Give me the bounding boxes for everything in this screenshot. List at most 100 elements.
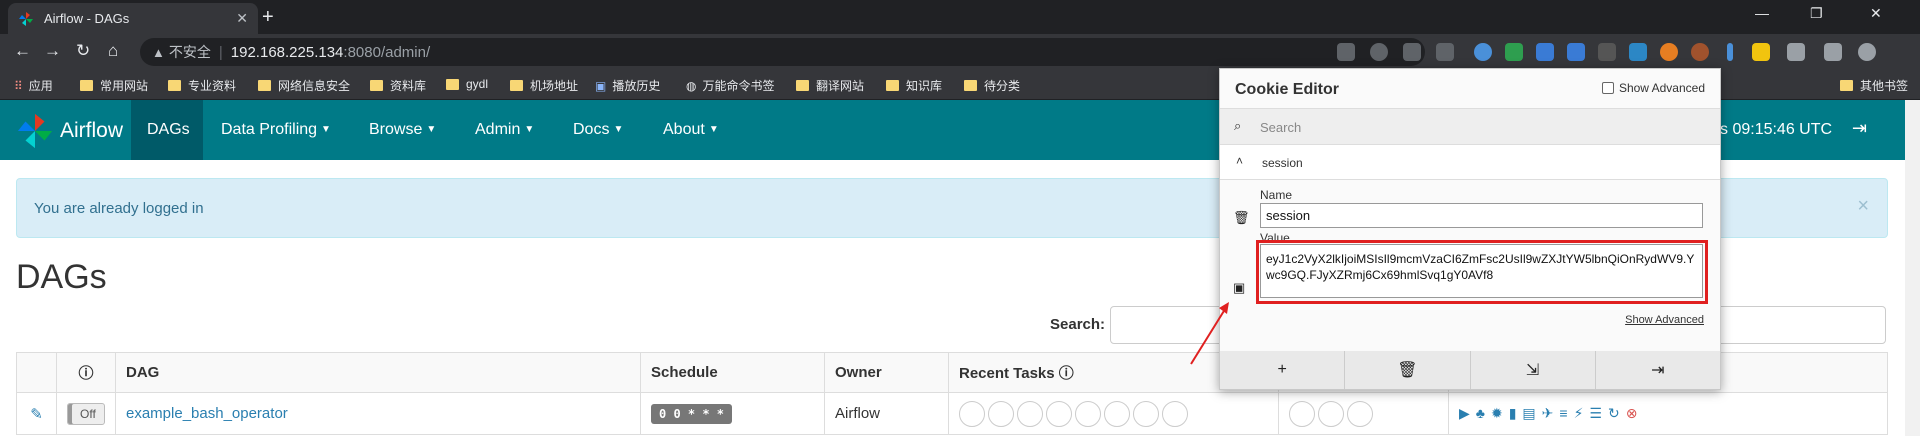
task-status-circle[interactable] xyxy=(1046,400,1072,427)
colorful-extension-icon[interactable] xyxy=(1660,43,1678,61)
nav-data-profiling[interactable]: Data Profiling ▼ xyxy=(221,121,331,139)
run-status-circle[interactable] xyxy=(1318,400,1344,427)
gantt-icon[interactable]: ≡ xyxy=(1559,405,1567,421)
cookie-item-header[interactable]: ˄ session xyxy=(1220,145,1720,180)
minimize-icon[interactable]: — xyxy=(1755,5,1769,21)
task-status-circle[interactable] xyxy=(1075,400,1101,427)
address-bar[interactable]: ▲ 不安全 | 192.168.225.134 :8080/admin/ xyxy=(140,38,1425,66)
nav-about[interactable]: About ▼ xyxy=(663,121,719,139)
bookmark-item[interactable]: 常用网站 xyxy=(80,77,148,94)
duration-icon[interactable]: ▮ xyxy=(1509,405,1517,422)
nav-docs[interactable]: Docs ▼ xyxy=(573,121,623,139)
airflow-logo[interactable]: Airflow xyxy=(16,112,123,150)
col-header-dag[interactable]: DAG xyxy=(115,352,641,393)
share-icon[interactable] xyxy=(1403,43,1421,61)
logout-icon[interactable]: ⇥ xyxy=(1852,118,1867,139)
task-status-circle[interactable] xyxy=(959,400,985,427)
trash-icon[interactable]: 🗑 xyxy=(1233,210,1250,226)
profile-avatar[interactable] xyxy=(1858,43,1876,61)
cookie-editor-title: Cookie Editor xyxy=(1235,81,1340,98)
browser-tab[interactable]: Airflow - DAGs ✕ xyxy=(8,3,258,34)
col-header-schedule[interactable]: Schedule xyxy=(640,352,825,393)
bookmark-item[interactable]: gydl xyxy=(446,77,488,91)
bookmark-item[interactable]: 待分类 xyxy=(964,77,1020,94)
links-cell: ▶ ♣ ✹ ▮ ▤ ✈ ≡ ⚡ ☰ ↻ ⊗ xyxy=(1448,392,1888,435)
bar-extension-icon[interactable] xyxy=(1727,43,1733,61)
export-button[interactable]: ⇥ xyxy=(1596,351,1720,389)
dag-toggle[interactable]: Off xyxy=(67,402,105,425)
task-status-circle[interactable] xyxy=(1104,400,1130,427)
nav-dags[interactable]: DAGs xyxy=(147,121,190,139)
delete-all-button[interactable]: 🗑 xyxy=(1345,351,1471,389)
reload-icon[interactable]: ↻ xyxy=(76,41,90,61)
graph-icon[interactable]: ✹ xyxy=(1491,405,1503,422)
js-extension-icon[interactable] xyxy=(1752,43,1770,61)
page-scrollbar[interactable] xyxy=(1905,100,1920,436)
task-status-circle[interactable] xyxy=(988,400,1014,427)
show-advanced-checkbox[interactable]: Show Advanced xyxy=(1601,81,1705,95)
search-label: Search: xyxy=(1050,316,1106,333)
checkbox-icon[interactable] xyxy=(1601,82,1614,94)
run-status-circle[interactable] xyxy=(1347,400,1373,427)
trigger-icon[interactable]: ▶ xyxy=(1459,405,1470,422)
task-status-circle[interactable] xyxy=(1162,400,1188,427)
cookie-name-field[interactable]: session xyxy=(1260,203,1703,228)
bookmark-other[interactable]: 其他书签 xyxy=(1840,77,1908,94)
bookmark-item[interactable]: 网络信息安全 xyxy=(258,77,350,94)
bookmark-item[interactable]: ▣ 播放历史 xyxy=(595,77,660,94)
zoom-icon[interactable] xyxy=(1370,43,1388,61)
import-button[interactable]: ⇲ xyxy=(1471,351,1596,389)
tab-close-icon[interactable]: ✕ xyxy=(236,10,248,27)
logs-icon[interactable]: ☰ xyxy=(1589,405,1602,422)
code-icon[interactable]: ⚡ xyxy=(1574,405,1584,422)
bookmark-item[interactable]: ◍ 万能命令书签 xyxy=(686,77,775,94)
window-close-icon[interactable]: ✕ xyxy=(1870,5,1882,22)
refresh-icon[interactable]: ↻ xyxy=(1608,405,1620,422)
task-status-circle[interactable] xyxy=(1017,400,1043,427)
tree-icon[interactable]: ♣ xyxy=(1476,405,1485,421)
restore-icon[interactable]: ❐ xyxy=(1810,5,1823,22)
glasses-icon[interactable] xyxy=(1598,43,1616,61)
bookmark-item[interactable]: 专业资料 xyxy=(168,77,236,94)
bookmark-item[interactable]: 翻译网站 xyxy=(796,77,864,94)
dag-link[interactable]: example_bash_operator xyxy=(126,405,288,422)
delete-icon[interactable]: ⊗ xyxy=(1626,405,1638,422)
chevron-down-icon: ▼ xyxy=(613,124,624,135)
browser-tab-bar: Airflow - DAGs ✕ + — ❐ ✕ xyxy=(0,0,1920,34)
sidepanel-icon[interactable] xyxy=(1824,43,1842,61)
bookmark-apps[interactable]: ⠿ 应用 xyxy=(14,77,53,94)
annotation-arrow xyxy=(1190,302,1229,365)
cookie-search-input[interactable]: ⌕ Search xyxy=(1220,109,1720,145)
badge-extension-icon[interactable] xyxy=(1629,43,1647,61)
save-icon[interactable]: ▣ xyxy=(1233,280,1245,296)
nav-admin[interactable]: Admin ▼ xyxy=(475,121,534,139)
run-status-circle[interactable] xyxy=(1289,400,1315,427)
alert-close-icon[interactable]: × xyxy=(1857,195,1869,218)
url-path: :8080/admin/ xyxy=(343,43,431,61)
extension-circle-icon[interactable] xyxy=(1474,43,1492,61)
task-status-circle[interactable] xyxy=(1133,400,1159,427)
col-header-owner[interactable]: Owner xyxy=(824,352,949,393)
shield-icon[interactable] xyxy=(1505,43,1523,61)
tries-icon[interactable]: ▤ xyxy=(1522,405,1535,422)
edit-icon[interactable]: ✎ xyxy=(16,392,57,435)
dag-cell: example_bash_operator xyxy=(115,392,641,435)
translate-ext-icon[interactable] xyxy=(1536,43,1554,61)
back-icon[interactable]: ← xyxy=(14,41,31,61)
cookie-editor-icon[interactable] xyxy=(1691,43,1709,61)
bookmark-item[interactable]: 资料库 xyxy=(370,77,426,94)
nav-browse[interactable]: Browse ▼ xyxy=(369,121,436,139)
forward-icon[interactable]: → xyxy=(44,41,61,61)
show-advanced-link[interactable]: Show Advanced xyxy=(1625,314,1704,326)
home-icon[interactable]: ⌂ xyxy=(108,41,118,61)
tab-title: Airflow - DAGs xyxy=(44,11,130,26)
add-cookie-button[interactable]: + xyxy=(1220,351,1346,389)
google-translate-icon[interactable] xyxy=(1567,43,1585,61)
landing-icon[interactable]: ✈ xyxy=(1542,405,1554,422)
bookmark-star-icon[interactable] xyxy=(1436,43,1454,61)
translate-icon[interactable] xyxy=(1337,43,1355,61)
bookmark-item[interactable]: 知识库 xyxy=(886,77,942,94)
puzzle-icon[interactable] xyxy=(1787,43,1805,61)
bookmark-item[interactable]: 机场地址 xyxy=(510,77,578,94)
new-tab-button[interactable]: + xyxy=(262,6,274,29)
